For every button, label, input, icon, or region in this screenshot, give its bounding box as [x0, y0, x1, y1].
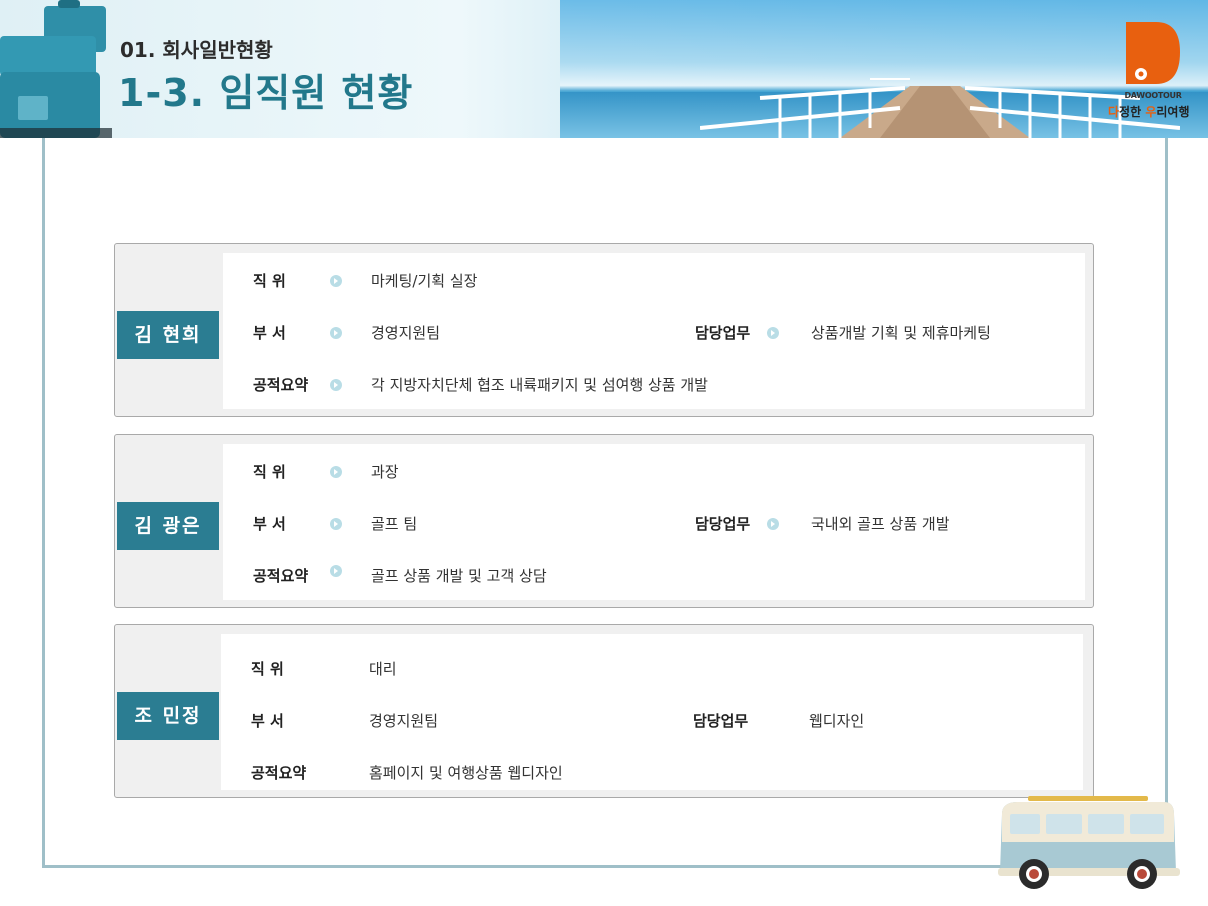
employee-name: 김 광은 [117, 502, 219, 550]
bullet-arrow-icon [330, 379, 342, 391]
summary-label: 공적요약 [251, 764, 307, 782]
department-label: 부 서 [253, 515, 286, 533]
slogan-part-3: 우 [1145, 105, 1157, 119]
slogan-part-4: 리여행 [1156, 105, 1190, 119]
position-label: 직 위 [251, 660, 284, 678]
summary-value: 홈페이지 및 여행상품 웹디자인 [369, 764, 563, 782]
summary-value: 골프 상품 개발 및 고객 상담 [371, 567, 547, 585]
slogan-part-1: 다 [1108, 105, 1120, 119]
employee-name: 김 현희 [117, 311, 219, 359]
bullet-arrow-icon [330, 466, 342, 478]
logo-slogan: 다정한 우리여행 [1108, 103, 1189, 120]
position-value: 마케팅/기획 실장 [371, 272, 478, 290]
employee-detail-panel: 직 위 과장 부 서 골프 팀 담당업무 국내외 골프 상품 개발 공적요약 골… [223, 444, 1085, 600]
position-label: 직 위 [253, 272, 286, 290]
bullet-arrow-icon [330, 327, 342, 339]
position-value: 대리 [369, 660, 397, 678]
employee-name: 조 민정 [117, 692, 219, 740]
duty-label: 담당업무 [695, 324, 751, 342]
bullet-arrow-icon [767, 518, 779, 530]
employee-card: 김 광은 직 위 과장 부 서 골프 팀 담당업무 국내외 골프 상품 개발 공… [114, 434, 1094, 608]
bullet-arrow-icon [330, 518, 342, 530]
employee-detail-panel: 직 위 마케팅/기획 실장 부 서 경영지원팀 담당업무 상품개발 기획 및 제… [223, 253, 1085, 409]
bullet-arrow-icon [330, 565, 342, 577]
bullet-arrow-icon [767, 327, 779, 339]
page-title: 1-3. 임직원 현황 [118, 71, 414, 115]
position-label: 직 위 [253, 463, 286, 481]
position-value: 과장 [371, 463, 399, 481]
summary-label: 공적요약 [253, 376, 309, 394]
employee-detail-panel: 직 위 대리 부 서 경영지원팀 담당업무 웹디자인 공적요약 홈페이지 및 여… [221, 634, 1083, 790]
department-value: 경영지원팀 [369, 712, 439, 730]
duty-value: 국내외 골프 상품 개발 [811, 515, 950, 533]
duty-label: 담당업무 [695, 515, 751, 533]
summary-value: 각 지방자치단체 협조 내륙패키지 및 섬여행 상품 개발 [371, 376, 708, 394]
section-subtitle: 01. 회사일반현황 [120, 38, 273, 62]
duty-value: 상품개발 기획 및 제휴마케팅 [811, 324, 991, 342]
department-value: 경영지원팀 [371, 324, 441, 342]
duty-value: 웹디자인 [809, 712, 865, 730]
department-label: 부 서 [253, 324, 286, 342]
department-label: 부 서 [251, 712, 284, 730]
slogan-part-2: 정한 [1119, 105, 1146, 119]
employee-card: 김 현희 직 위 마케팅/기획 실장 부 서 경영지원팀 담당업무 상품개발 기… [114, 243, 1094, 417]
duty-label: 담당업무 [693, 712, 749, 730]
summary-label: 공적요약 [253, 567, 309, 585]
employee-card: 조 민정 직 위 대리 부 서 경영지원팀 담당업무 웹디자인 공적요약 홈페이… [114, 624, 1094, 798]
logo-brand-text: DAWOOTOUR [1124, 91, 1182, 100]
camper-van-illustration [998, 796, 1180, 889]
suitcase-illustration [0, 0, 112, 138]
bullet-arrow-icon [330, 275, 342, 287]
department-value: 골프 팀 [371, 515, 418, 533]
